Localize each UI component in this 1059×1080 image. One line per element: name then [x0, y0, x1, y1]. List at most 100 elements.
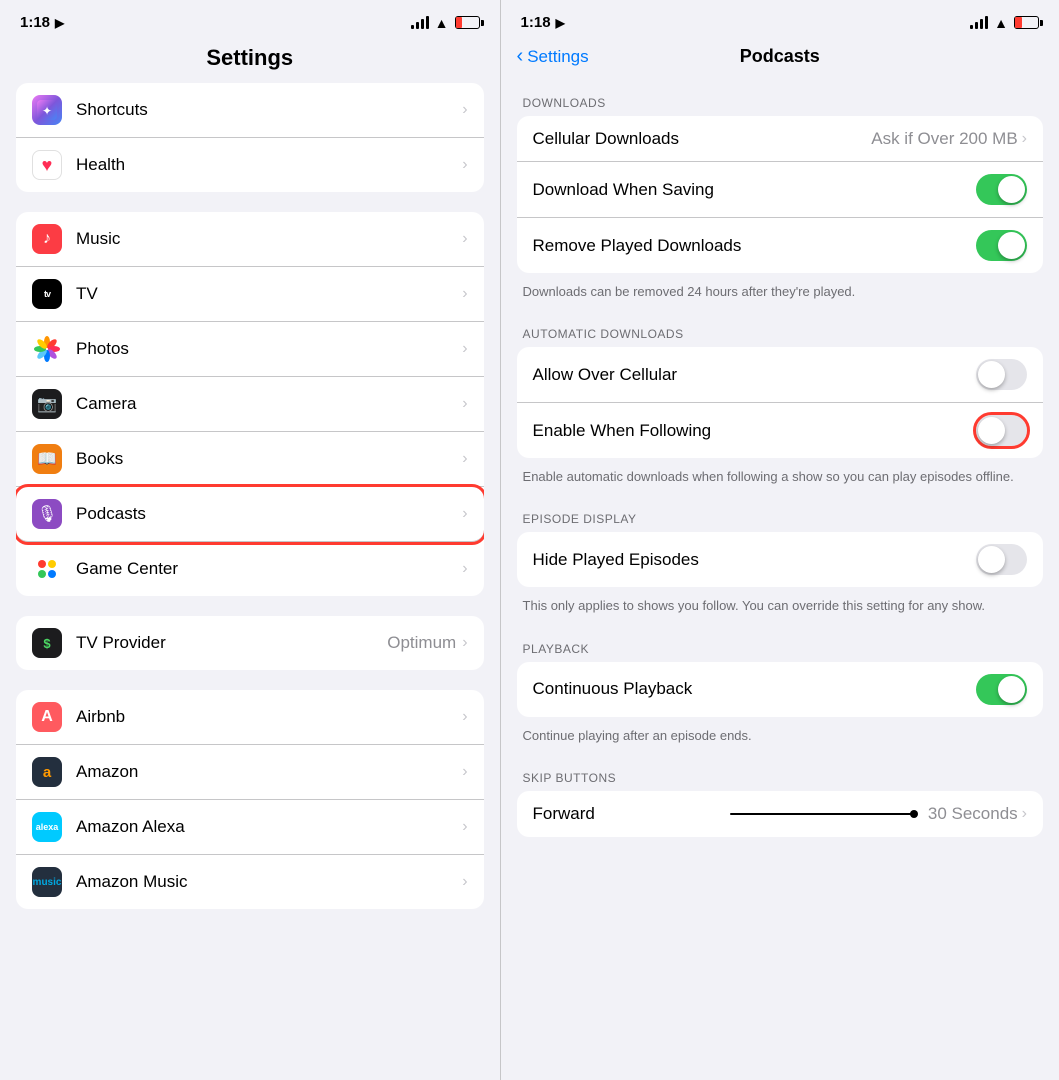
- forward-value: 30 Seconds: [928, 804, 1018, 824]
- download-when-saving-row[interactable]: Download When Saving: [517, 162, 1043, 218]
- download-when-saving-toggle[interactable]: [976, 174, 1027, 205]
- continuous-playback-row[interactable]: Continuous Playback: [517, 662, 1043, 717]
- camera-icon: 📷: [32, 389, 62, 419]
- airbnb-icon: A: [32, 702, 62, 732]
- episode-display-section-header: EPISODE DISPLAY: [517, 496, 1043, 532]
- settings-group-apps: A Airbnb › a Amazon › alexa Amazon Alexa…: [16, 690, 484, 909]
- left-panel: 1:18 ▶ ▲ Settings ✦ Shortcuts ›: [0, 0, 500, 1080]
- download-when-saving-label: Download When Saving: [533, 180, 976, 200]
- left-page-title: Settings: [0, 39, 500, 83]
- amazonalexa-icon: alexa: [32, 812, 62, 842]
- forward-label: Forward: [533, 804, 721, 824]
- music-icon: ♪: [32, 224, 62, 254]
- allow-over-cellular-row[interactable]: Allow Over Cellular: [517, 347, 1043, 403]
- toggle-thumb: [978, 546, 1005, 573]
- hide-played-episodes-label: Hide Played Episodes: [533, 550, 976, 570]
- amazonmusic-label: Amazon Music: [76, 872, 462, 892]
- settings-row-amazonmusic[interactable]: music Amazon Music ›: [16, 855, 484, 909]
- books-chevron: ›: [462, 450, 467, 468]
- right-signal-icon: [970, 16, 988, 29]
- amazonmusic-icon: music: [32, 867, 62, 897]
- remove-played-downloads-toggle[interactable]: [976, 230, 1027, 261]
- settings-row-gamecenter[interactable]: Game Center ›: [16, 542, 484, 596]
- amazonmusic-chevron: ›: [462, 873, 467, 891]
- cellular-downloads-row[interactable]: Cellular Downloads Ask if Over 200 MB ›: [517, 116, 1043, 162]
- settings-row-health[interactable]: ♥ Health ›: [16, 138, 484, 192]
- photos-icon: [32, 334, 62, 364]
- continuous-playback-toggle[interactable]: [976, 674, 1027, 705]
- settings-group-media: ♪ Music › tv TV ›: [16, 212, 484, 596]
- skip-buttons-section-header: SKIP BUTTONS: [517, 755, 1043, 791]
- forward-row[interactable]: Forward 30 Seconds ›: [517, 791, 1043, 837]
- tv-icon: tv: [32, 279, 62, 309]
- podcasts-chevron: ›: [462, 505, 467, 523]
- right-panel: 1:18 ▶ ▲ ‹ Settings Podcasts DOWNLOADS: [501, 0, 1059, 1080]
- remove-played-downloads-label: Remove Played Downloads: [533, 236, 976, 256]
- tvprovider-chevron: ›: [462, 634, 467, 652]
- amazonalexa-chevron: ›: [462, 818, 467, 836]
- svg-text:✦: ✦: [42, 104, 52, 118]
- health-chevron: ›: [462, 156, 467, 174]
- playback-helper: Continue playing after an episode ends.: [517, 721, 1043, 755]
- right-battery-icon: [1014, 16, 1039, 29]
- enable-when-following-label: Enable When Following: [533, 421, 976, 441]
- gamecenter-chevron: ›: [462, 560, 467, 578]
- back-chevron-icon: ‹: [517, 45, 524, 68]
- right-time: 1:18: [521, 14, 551, 31]
- hide-played-episodes-row[interactable]: Hide Played Episodes: [517, 532, 1043, 587]
- enable-when-following-toggle[interactable]: [976, 415, 1027, 446]
- cellular-downloads-label: Cellular Downloads: [533, 129, 872, 149]
- enable-when-following-row[interactable]: Enable When Following: [517, 403, 1043, 458]
- podcasts-icon: 🎙: [32, 499, 62, 529]
- downloads-card: Cellular Downloads Ask if Over 200 MB › …: [517, 116, 1043, 273]
- settings-row-airbnb[interactable]: A Airbnb ›: [16, 690, 484, 745]
- airbnb-chevron: ›: [462, 708, 467, 726]
- settings-row-shortcuts[interactable]: ✦ Shortcuts ›: [16, 83, 484, 138]
- tv-label: TV: [76, 284, 462, 304]
- episode-display-helper: This only applies to shows you follow. Y…: [517, 591, 1043, 625]
- settings-row-books[interactable]: 📖 Books ›: [16, 432, 484, 487]
- toggle-thumb: [998, 676, 1025, 703]
- left-time: 1:18: [20, 14, 50, 31]
- allow-over-cellular-toggle[interactable]: [976, 359, 1027, 390]
- playback-card: Continuous Playback: [517, 662, 1043, 717]
- right-location-icon: ▶: [556, 16, 565, 30]
- amazon-chevron: ›: [462, 763, 467, 781]
- settings-row-camera[interactable]: 📷 Camera ›: [16, 377, 484, 432]
- wifi-icon: ▲: [435, 15, 449, 31]
- cellular-downloads-chevron: ›: [1022, 130, 1027, 148]
- photos-label: Photos: [76, 339, 462, 359]
- camera-chevron: ›: [462, 395, 467, 413]
- right-wifi-icon: ▲: [994, 15, 1008, 31]
- tvprovider-value: Optimum: [387, 633, 456, 653]
- settings-row-tv[interactable]: tv TV ›: [16, 267, 484, 322]
- settings-row-music[interactable]: ♪ Music ›: [16, 212, 484, 267]
- tvprovider-label: TV Provider: [76, 633, 387, 653]
- books-icon: 📖: [32, 444, 62, 474]
- photos-chevron: ›: [462, 340, 467, 358]
- auto-downloads-section-header: AUTOMATIC DOWNLOADS: [517, 311, 1043, 347]
- settings-row-tvprovider[interactable]: $ TV Provider Optimum ›: [16, 616, 484, 670]
- music-chevron: ›: [462, 230, 467, 248]
- left-status-bar: 1:18 ▶ ▲: [0, 0, 500, 39]
- right-status-bar: 1:18 ▶ ▲: [501, 0, 1059, 39]
- settings-row-photos[interactable]: Photos ›: [16, 322, 484, 377]
- shortcuts-icon: ✦: [32, 95, 62, 125]
- right-status-icons: ▲: [970, 15, 1039, 31]
- downloads-section-header: DOWNLOADS: [517, 80, 1043, 116]
- battery-icon: [455, 16, 480, 29]
- toggle-thumb: [998, 232, 1025, 259]
- settings-row-amazonalexa[interactable]: alexa Amazon Alexa ›: [16, 800, 484, 855]
- episode-display-card: Hide Played Episodes: [517, 532, 1043, 587]
- health-icon: ♥: [32, 150, 62, 180]
- continuous-playback-label: Continuous Playback: [533, 679, 976, 699]
- settings-group-providers: $ TV Provider Optimum ›: [16, 616, 484, 670]
- settings-row-amazon[interactable]: a Amazon ›: [16, 745, 484, 800]
- back-button[interactable]: ‹ Settings: [517, 45, 589, 68]
- amazon-label: Amazon: [76, 762, 462, 782]
- remove-played-downloads-row[interactable]: Remove Played Downloads: [517, 218, 1043, 273]
- hide-played-episodes-toggle[interactable]: [976, 544, 1027, 575]
- settings-row-podcasts[interactable]: 🎙 Podcasts ›: [16, 487, 484, 542]
- podcasts-label: Podcasts: [76, 504, 462, 524]
- allow-over-cellular-label: Allow Over Cellular: [533, 365, 976, 385]
